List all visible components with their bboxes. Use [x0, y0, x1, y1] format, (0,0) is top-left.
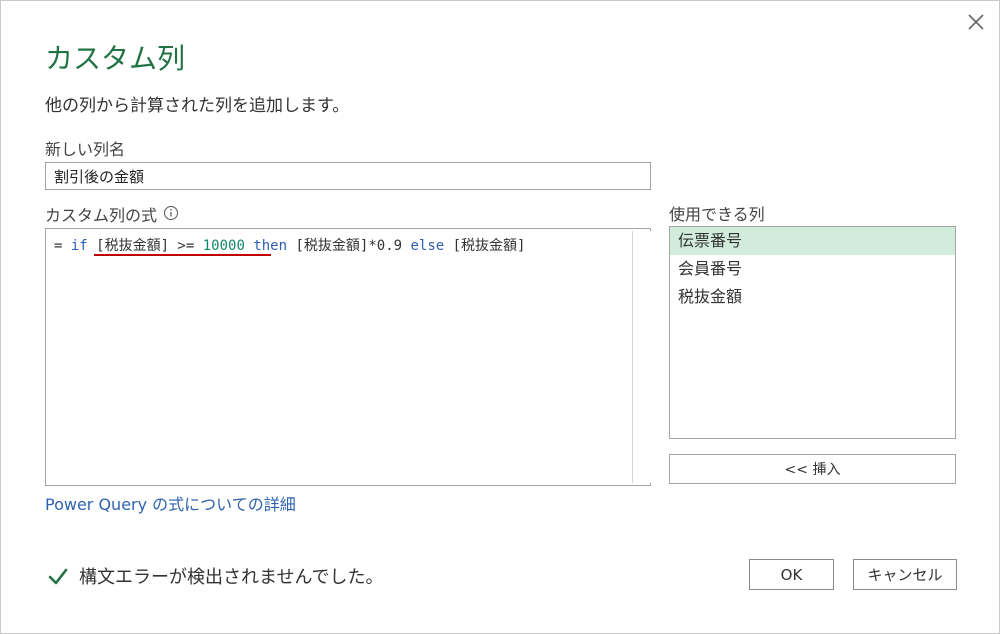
- custom-column-dialog: カスタム列 他の列から計算された列を追加します。 新しい列名 カスタム列の式 =…: [0, 0, 1000, 634]
- formula-keyword-then: then: [253, 238, 288, 254]
- available-columns-label: 使用できる列: [669, 205, 765, 224]
- checkmark-icon: [48, 568, 68, 585]
- close-icon: [968, 14, 984, 30]
- dialog-title: カスタム列: [45, 42, 186, 75]
- power-query-help-link[interactable]: Power Query の式についての詳細: [45, 491, 296, 515]
- formula-token-condition: [税抜金額] >=: [87, 238, 203, 254]
- dialog-subtitle: 他の列から計算された列を追加します。: [45, 96, 350, 116]
- cancel-button[interactable]: キャンセル: [853, 559, 957, 590]
- formula-token-then-expr: [税抜金額]*0.9: [287, 238, 411, 254]
- formula-token-equals: =: [54, 238, 71, 254]
- editor-scrollbar[interactable]: [632, 231, 651, 483]
- info-icon[interactable]: [163, 205, 179, 225]
- formula-keyword-if: if: [70, 238, 88, 254]
- ok-button[interactable]: OK: [749, 559, 834, 590]
- list-item-amount-excl-tax[interactable]: 税抜金額: [670, 283, 955, 311]
- new-column-name-input[interactable]: [45, 162, 651, 190]
- syntax-status: 構文エラーが検出されませんでした。: [47, 563, 384, 589]
- formula-number: 10000: [202, 238, 245, 254]
- list-item-member-number[interactable]: 会員番号: [670, 255, 955, 283]
- formula-label: カスタム列の式: [45, 206, 158, 225]
- formula-keyword-else: else: [410, 238, 445, 254]
- new-column-name-label: 新しい列名: [45, 140, 126, 159]
- formula-label-row: カスタム列の式: [45, 202, 179, 226]
- insert-button[interactable]: << 挿入: [669, 454, 956, 484]
- syntax-status-text: 構文エラーが検出されませんでした。: [79, 567, 384, 588]
- formula-editor[interactable]: = if [税抜金額] >= 10000 then [税抜金額]*0.9 els…: [45, 228, 651, 486]
- close-button[interactable]: [963, 9, 989, 35]
- error-underline-mark: [94, 254, 271, 256]
- list-item-voucher-number[interactable]: 伝票番号: [670, 227, 955, 255]
- available-columns-list[interactable]: 伝票番号 会員番号 税抜金額: [669, 226, 956, 439]
- formula-text[interactable]: = if [税抜金額] >= 10000 then [税抜金額]*0.9 els…: [54, 235, 526, 255]
- formula-token-else-expr: [税抜金額]: [444, 238, 526, 254]
